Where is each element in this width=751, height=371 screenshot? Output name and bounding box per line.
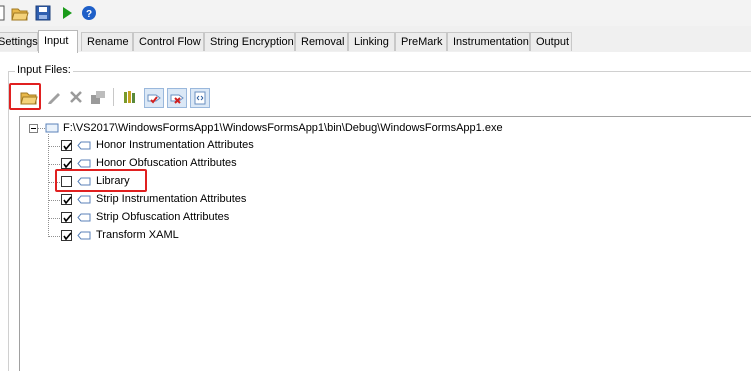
checkbox-honor-instrumentation[interactable] <box>61 140 72 151</box>
tab-label: String Encryption <box>210 36 294 48</box>
tag-icon <box>77 195 91 204</box>
toolbar-separator <box>113 88 114 106</box>
play-icon[interactable] <box>58 4 76 22</box>
tree-connector <box>48 146 60 148</box>
checkbox-strip-obfuscation[interactable] <box>61 212 72 223</box>
tree-root-label[interactable]: F:\VS2017\WindowsFormsApp1\WindowsFormsA… <box>63 122 503 134</box>
checkbox-transform-xaml[interactable] <box>61 230 72 241</box>
tag-remove-icon[interactable] <box>167 88 187 108</box>
highlight-library <box>55 169 147 192</box>
tab-label: Instrumentation <box>453 36 529 48</box>
input-files-tree[interactable] <box>19 116 751 371</box>
tree-connector <box>48 134 50 237</box>
tree-connector <box>48 236 60 238</box>
tree-connector <box>48 200 60 202</box>
assembly-icon <box>45 123 59 133</box>
tab-premark[interactable]: PreMark <box>395 32 447 51</box>
tag-icon <box>77 141 91 150</box>
tree-item-label: Strip Instrumentation Attributes <box>96 193 247 205</box>
tree-item-label: Transform XAML <box>96 229 179 241</box>
tree-item-label: Honor Obfuscation Attributes <box>96 157 237 169</box>
checkbox-strip-instrumentation[interactable] <box>61 194 72 205</box>
save-icon[interactable] <box>34 4 52 22</box>
tab-label: Control Flow <box>139 36 201 48</box>
tab-control-flow[interactable]: Control Flow <box>133 32 204 51</box>
tree-connector <box>38 128 45 130</box>
checkbox-honor-obfuscation[interactable] <box>61 158 72 169</box>
tab-label: Settings <box>0 36 38 48</box>
tab-label: Rename <box>87 36 129 48</box>
collapse-toggle[interactable] <box>29 124 38 133</box>
tab-label: PreMark <box>401 36 443 48</box>
tab-input[interactable]: Input <box>38 30 78 53</box>
edit-icon[interactable] <box>45 88 63 106</box>
tab-label: Output <box>536 36 570 48</box>
library-icon[interactable] <box>121 88 139 106</box>
new-icon[interactable] <box>0 4 8 22</box>
tab-rename[interactable]: Rename <box>81 32 133 51</box>
settings-icon[interactable] <box>89 88 107 106</box>
help-icon[interactable]: ? <box>80 4 98 22</box>
tab-label: Input <box>44 35 69 47</box>
tab-linking[interactable]: Linking <box>348 32 395 51</box>
tab-strip: Settings Input Rename Control Flow Strin… <box>0 30 751 53</box>
tab-output[interactable]: Output <box>530 32 572 51</box>
tree-connector <box>48 218 60 220</box>
tab-instrumentation[interactable]: Instrumentation <box>447 32 530 51</box>
tree-item-label: Strip Obfuscation Attributes <box>96 211 230 223</box>
xaml-icon[interactable] <box>190 88 210 108</box>
remove-icon[interactable] <box>67 88 85 106</box>
tab-settings[interactable]: Settings <box>0 32 38 51</box>
open-folder-icon[interactable] <box>11 4 29 22</box>
tab-label: Linking <box>354 36 389 48</box>
tab-removal[interactable]: Removal <box>295 32 348 51</box>
tree-item-label: Honor Instrumentation Attributes <box>96 139 254 151</box>
tag-add-icon[interactable] <box>144 88 164 108</box>
svg-text:?: ? <box>86 9 92 20</box>
tab-label: Removal <box>301 36 345 48</box>
tag-icon <box>77 213 91 222</box>
tree-connector <box>48 164 60 166</box>
group-title: Input Files: <box>15 64 73 76</box>
tag-icon <box>77 231 91 240</box>
main-toolbar: ? <box>0 0 751 26</box>
highlight-add-file <box>9 83 41 110</box>
tab-string-encryption[interactable]: String Encryption <box>204 32 295 51</box>
tag-icon <box>77 159 91 168</box>
